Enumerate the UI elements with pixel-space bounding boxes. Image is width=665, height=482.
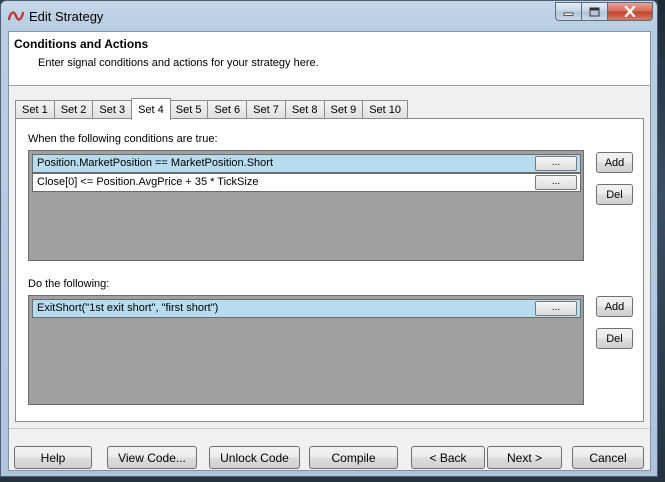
- view-code-button[interactable]: View Code...: [107, 446, 197, 469]
- maximize-button[interactable]: [582, 2, 608, 21]
- desktop-background: [658, 0, 665, 482]
- tab-set-2[interactable]: Set 2: [53, 100, 93, 119]
- cancel-button[interactable]: Cancel: [572, 446, 644, 469]
- caption-buttons: [555, 2, 653, 21]
- header-subtitle: Enter signal conditions and actions for …: [38, 57, 319, 69]
- condition-row[interactable]: Close[0] <= Position.AvgPrice + 35 * Tic…: [32, 173, 581, 192]
- close-button[interactable]: [608, 2, 653, 21]
- tab-panel-set-4: When the following conditions are true: …: [15, 118, 644, 422]
- conditions-label: When the following conditions are true:: [28, 133, 218, 145]
- back-button[interactable]: < Back: [411, 446, 485, 469]
- title-bar[interactable]: Edit Strategy: [1, 1, 657, 31]
- add-action-button[interactable]: Add: [596, 296, 633, 317]
- actions-grid[interactable]: ExitShort("1st exit short", "first short…: [28, 295, 584, 405]
- condition-row[interactable]: Position.MarketPosition == MarketPositio…: [32, 154, 581, 173]
- close-icon: [624, 6, 636, 17]
- tab-set-7[interactable]: Set 7: [246, 100, 285, 119]
- wizard-header: Conditions and Actions Enter signal cond…: [9, 32, 650, 86]
- edit-strategy-window: Edit Strategy Conditions and Actions Ent…: [0, 0, 658, 477]
- delete-action-button[interactable]: Del: [596, 328, 633, 349]
- ninjatrader-logo-icon: [7, 9, 25, 23]
- compile-button[interactable]: Compile: [309, 446, 398, 469]
- edit-condition-button[interactable]: ...: [535, 156, 577, 171]
- desktop-background-bottom: [0, 477, 665, 482]
- actions-label: Do the following:: [28, 278, 110, 290]
- window-title: Edit Strategy: [29, 9, 104, 24]
- next-button[interactable]: Next >: [487, 446, 562, 469]
- add-condition-button[interactable]: Add: [596, 152, 633, 173]
- tab-set-4[interactable]: Set 4: [131, 98, 171, 120]
- delete-condition-button[interactable]: Del: [596, 184, 633, 205]
- conditions-grid[interactable]: Position.MarketPosition == MarketPositio…: [28, 150, 584, 261]
- tab-set-6[interactable]: Set 6: [207, 100, 247, 119]
- help-button[interactable]: Help: [14, 446, 92, 469]
- edit-action-button[interactable]: ...: [535, 301, 577, 316]
- tab-set-5[interactable]: Set 5: [169, 100, 208, 119]
- maximize-icon: [589, 7, 600, 17]
- edit-condition-button[interactable]: ...: [535, 175, 577, 190]
- tab-set-9[interactable]: Set 9: [323, 100, 363, 119]
- action-text: ExitShort("1st exit short", "first short…: [37, 302, 219, 314]
- minimize-button[interactable]: [555, 2, 582, 21]
- header-title: Conditions and Actions: [14, 37, 149, 51]
- tab-set-1[interactable]: Set 1: [15, 100, 54, 119]
- set-tabs: Set 1 Set 2 Set 3 Set 4 Set 5 Set 6 Set …: [15, 98, 408, 120]
- tab-set-10[interactable]: Set 10: [362, 100, 408, 119]
- unlock-code-button[interactable]: Unlock Code: [209, 446, 300, 469]
- condition-text: Close[0] <= Position.AvgPrice + 35 * Tic…: [37, 176, 259, 188]
- minimize-icon: [563, 8, 574, 16]
- action-row[interactable]: ExitShort("1st exit short", "first short…: [32, 299, 581, 318]
- condition-text: Position.MarketPosition == MarketPositio…: [37, 157, 274, 169]
- dialog-client-area: Conditions and Actions Enter signal cond…: [8, 31, 651, 471]
- tab-set-8[interactable]: Set 8: [284, 100, 324, 119]
- tab-set-3[interactable]: Set 3: [92, 100, 132, 119]
- footer-separator: [9, 428, 650, 429]
